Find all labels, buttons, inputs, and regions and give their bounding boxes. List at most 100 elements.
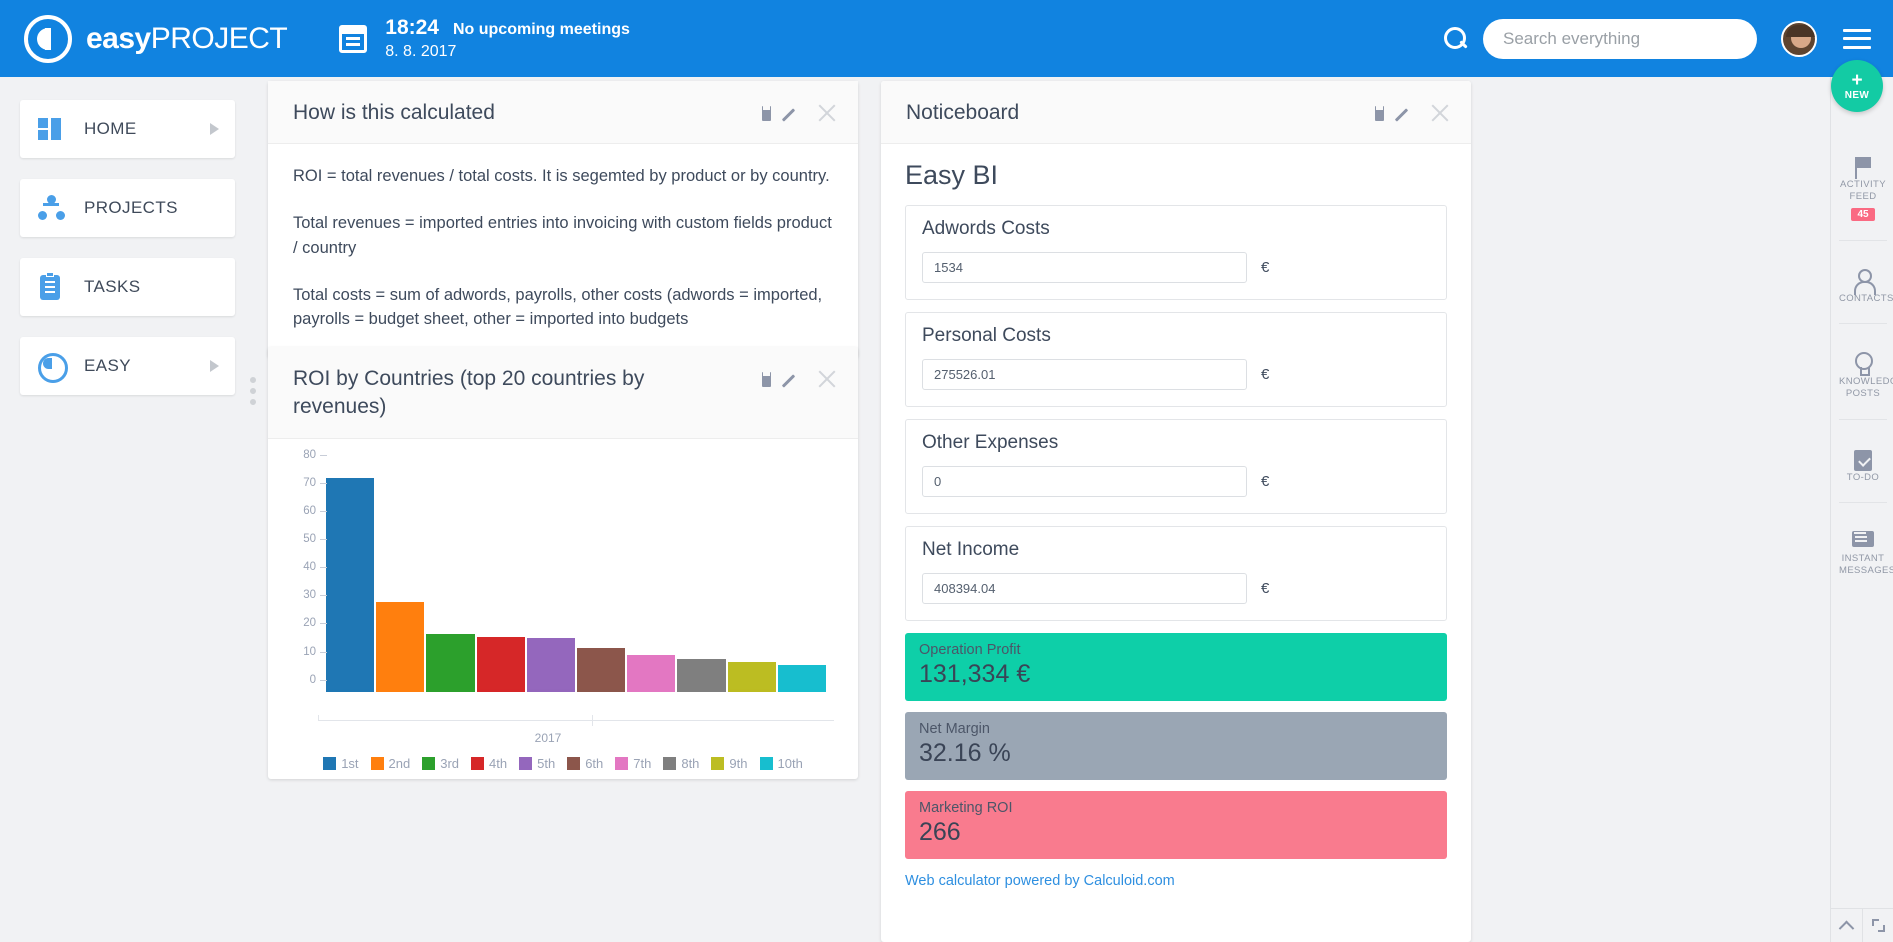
user-avatar[interactable] [1781, 20, 1817, 57]
legend-item[interactable]: 8th [663, 756, 699, 771]
legend-item[interactable]: 4th [471, 756, 507, 771]
currency-unit: € [1261, 366, 1270, 384]
chart-y-tick: 0 [309, 673, 329, 686]
chart-bar[interactable] [326, 477, 375, 692]
chart-bar[interactable] [376, 601, 425, 692]
legend-swatch [519, 756, 533, 770]
power-icon [36, 351, 68, 383]
save-icon[interactable] [1375, 105, 1384, 121]
legend-item[interactable]: 9th [711, 756, 748, 771]
card-title: How is this calculated [293, 101, 495, 124]
chart-y-tick: 30 [303, 589, 327, 602]
field-label: Net Income [922, 539, 1020, 561]
field-row: € [922, 252, 1430, 284]
chart-bar[interactable] [426, 634, 475, 692]
card-header: How is this calculated [268, 81, 858, 145]
left-sidebar: HOME PROJECTS TASKS EASY [20, 100, 235, 416]
chat-icon [1852, 531, 1874, 553]
chart-x-axis-label: 2017 [534, 730, 562, 745]
chart-bar[interactable] [627, 655, 676, 692]
plus-icon: + [1851, 70, 1863, 91]
sidebar-item-label: TASKS [84, 277, 141, 296]
legend-item[interactable]: 1st [323, 755, 359, 771]
sidebar-item-tasks[interactable]: TASKS [20, 258, 235, 316]
legend-item[interactable]: 6th [567, 756, 603, 771]
sidebar-item-label: EASY [84, 356, 131, 375]
chart-legend: 1st 2nd 3rd 4th 5th 6th 7th 8th 9th 10th [268, 756, 858, 771]
chart-y-tick: 60 [303, 504, 327, 517]
legend-label: 1st [341, 755, 359, 771]
sidebar-item-projects[interactable]: PROJECTS [20, 179, 235, 237]
logo-text-bold: easy [86, 21, 151, 55]
chart-bar[interactable] [476, 636, 525, 692]
legend-item[interactable]: 10th [759, 756, 803, 771]
legend-swatch [370, 756, 384, 770]
legend-label: 5th [537, 755, 556, 771]
chart-bar[interactable] [777, 664, 827, 692]
field-input[interactable] [922, 573, 1247, 605]
legend-label: 7th [633, 755, 652, 771]
chart-bar[interactable] [577, 648, 626, 692]
sidebar-item-easy[interactable]: EASY [20, 337, 235, 395]
rail-item-activity-feed[interactable]: ACTIVITY FEED 45 [1839, 157, 1887, 241]
search-icon[interactable] [1443, 26, 1469, 52]
fullscreen-icon [1872, 919, 1885, 932]
clipboard-icon [36, 272, 66, 302]
legend-label: 8th [681, 755, 700, 771]
field-label: Personal Costs [922, 325, 1051, 347]
rail-item-contacts[interactable]: CONTACTS [1839, 268, 1893, 325]
result-bar: Marketing ROI 266 [905, 791, 1447, 860]
save-icon[interactable] [762, 371, 771, 387]
save-icon[interactable] [762, 105, 771, 121]
calculator-results: Operation Profit 131,334 € Net Margin 32.16… [905, 633, 1447, 860]
close-icon[interactable] [816, 102, 838, 124]
close-icon[interactable] [816, 368, 838, 390]
calculator-fields: Adwords Costs€Personal Costs€Other Expen… [905, 205, 1447, 622]
rail-item-knowledge-posts[interactable]: KNOWLEDGE POSTS [1839, 352, 1893, 420]
chart-bar[interactable] [526, 638, 576, 692]
rail-item-label: TO-DO [1846, 471, 1880, 483]
rail-item-label: ACTIVITY FEED [1840, 179, 1886, 203]
card-header: ROI by Countries (top 20 countries by re… [268, 347, 858, 439]
calendar-icon[interactable] [339, 24, 368, 53]
result-bar: Net Margin 32.16 % [905, 712, 1447, 781]
calculoid-link[interactable]: Web calculator powered by Calculoid.com [905, 873, 1447, 889]
chart-bar[interactable] [727, 662, 776, 692]
new-button-label: NEW [1844, 90, 1870, 101]
card-title: ROI by Countries (top 20 countries by re… [293, 367, 645, 419]
rail-item-label: KNOWLEDGE POSTS [1839, 376, 1893, 400]
fullscreen-button[interactable] [1863, 909, 1893, 942]
person-icon [1853, 268, 1876, 295]
rail-item-instant-messages[interactable]: INSTANT MESSAGES [1839, 531, 1893, 596]
app-logo[interactable]: easyPROJECT [24, 14, 288, 63]
chart-body: 80 70 60 50 40 30 20 10 0 2017 1st 2nd 3rd 4th 5th 6t… [268, 439, 858, 779]
card-body: ROI = total revenues / total costs. It i… [268, 144, 858, 358]
legend-item[interactable]: 2nd [370, 756, 410, 771]
menu-hamburger-icon[interactable] [1843, 28, 1871, 49]
calculator-field: Adwords Costs € [905, 205, 1447, 301]
scroll-up-button[interactable] [1831, 909, 1863, 942]
field-input[interactable] [922, 252, 1247, 284]
legend-item[interactable]: 5th [519, 756, 555, 771]
legend-swatch [663, 756, 677, 770]
edit-pencil-icon[interactable] [785, 371, 802, 388]
field-input[interactable] [922, 466, 1247, 498]
legend-item[interactable]: 3rd [422, 756, 459, 771]
rail-item-to-do[interactable]: TO-DO [1839, 448, 1887, 504]
close-icon[interactable] [1429, 102, 1451, 124]
legend-swatch [567, 756, 581, 770]
field-input[interactable] [922, 359, 1247, 391]
clipboard-check-icon [1853, 448, 1873, 472]
legend-item[interactable]: 7th [615, 756, 651, 771]
edit-pencil-icon[interactable] [785, 105, 802, 122]
drag-handle[interactable] [250, 377, 256, 410]
search-input[interactable] [1483, 18, 1757, 59]
new-button[interactable]: + NEW [1831, 60, 1883, 112]
result-value: 266 [919, 818, 961, 847]
bar-chart-plot: 80 70 60 50 40 30 20 10 0 [303, 449, 827, 692]
chevron-up-icon [1838, 920, 1855, 937]
edit-pencil-icon[interactable] [1398, 105, 1415, 122]
sidebar-item-home[interactable]: HOME [20, 100, 235, 158]
calculator-field: Personal Costs € [905, 312, 1447, 408]
chart-bar[interactable] [677, 659, 726, 692]
